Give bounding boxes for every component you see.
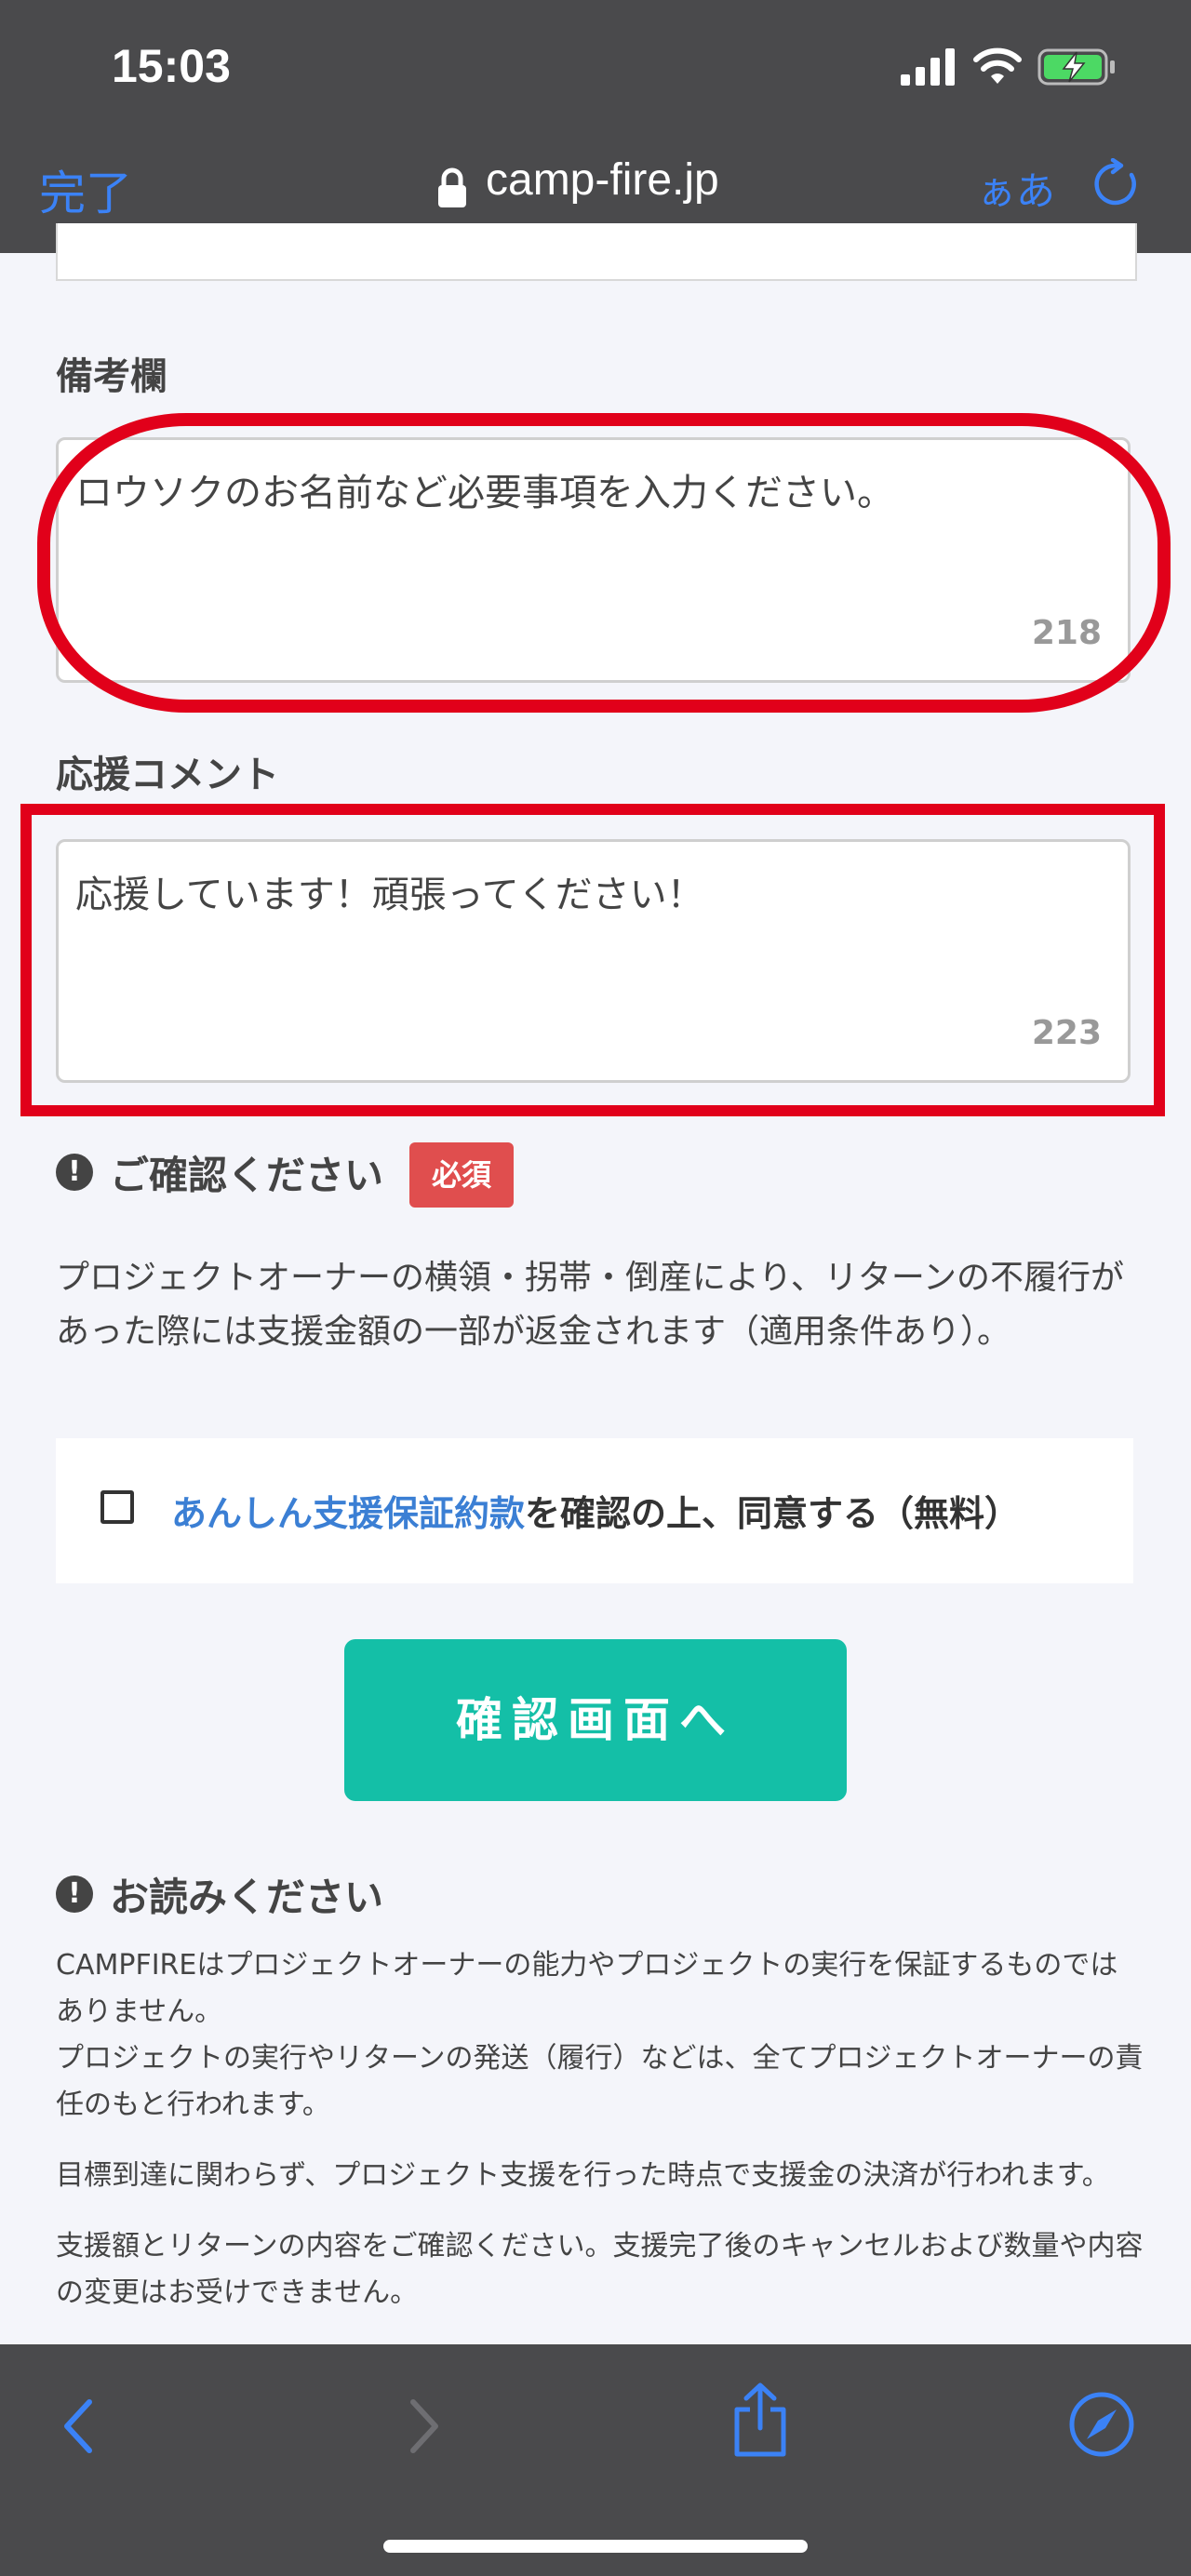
battery-charging-icon: [1037, 48, 1115, 86]
exclamation-icon: !: [56, 1875, 93, 1913]
required-badge: 必須: [409, 1142, 514, 1208]
confirm-description: プロジェクトオーナーの横領・拐帯・倒産により、リターンの不履行があった際には支援…: [56, 1259, 1125, 1351]
exclamation-icon: !: [56, 1154, 93, 1191]
done-button[interactable]: 完了: [39, 156, 132, 223]
confirm-header: ! ご確認ください 必須: [56, 1142, 800, 1208]
lock-icon: [438, 167, 466, 207]
agree-checkbox[interactable]: [100, 1490, 134, 1524]
agreement-box[interactable]: あんしん支援保証約款を確認の上、同意する（無料）: [56, 1438, 1133, 1583]
confirm-title: ご確認ください: [110, 1153, 384, 1198]
highlight-rectangle: [20, 804, 1165, 1116]
notice-header: ! お読みください: [56, 1866, 614, 1922]
notice-paragraph: プロジェクトの実行やリターンの発送（履行）などは、全てプロジェクトオーナーの責任…: [56, 2042, 1144, 2121]
notice-paragraph: 支援額とリターンの内容をご確認ください。支援完了後のキャンセルおよび数量や内容の…: [56, 2230, 1144, 2309]
agree-text: あんしん支援保証約款を確認の上、同意する（無料）: [171, 1485, 1020, 1536]
status-bar: 15:03: [0, 0, 1191, 140]
back-icon[interactable]: [60, 2396, 97, 2456]
text-size-button[interactable]: ぁあ: [977, 160, 1055, 217]
status-time: 15:03: [112, 40, 231, 92]
compass-icon[interactable]: [1068, 2391, 1135, 2458]
notice-paragraph: 目標到達に関わらず、プロジェクト支援を行った時点で支援金の決済が行われます。: [56, 2159, 1110, 2192]
agree-label: を確認の上、同意する（無料）: [525, 1493, 1021, 1534]
previous-field-edge: [56, 223, 1137, 281]
guarantee-terms-link[interactable]: あんしん支援保証約款: [171, 1493, 525, 1534]
confirm-screen-button[interactable]: 確認画面へ: [344, 1639, 847, 1801]
comment-label: 応援コメント: [56, 754, 279, 796]
wifi-icon: [973, 47, 1022, 84]
url-domain[interactable]: camp-fire.jp: [486, 154, 719, 206]
highlight-oval: [37, 413, 1171, 713]
forward-icon[interactable]: [406, 2396, 443, 2456]
notice-text: CAMPFIREはプロジェクトオーナーの能力やプロジェクトの実行を保証するもので…: [56, 1942, 1144, 2341]
remarks-label: 備考欄: [56, 355, 167, 398]
reload-icon[interactable]: [1091, 158, 1143, 210]
share-icon[interactable]: [729, 2382, 791, 2458]
notice-title: お読みください: [110, 1875, 384, 1920]
notice-paragraph: CAMPFIREはプロジェクトオーナーの能力やプロジェクトの実行を保証するもので…: [56, 1949, 1118, 2028]
home-indicator: [383, 2540, 808, 2553]
cellular-signal-icon: [901, 48, 955, 86]
